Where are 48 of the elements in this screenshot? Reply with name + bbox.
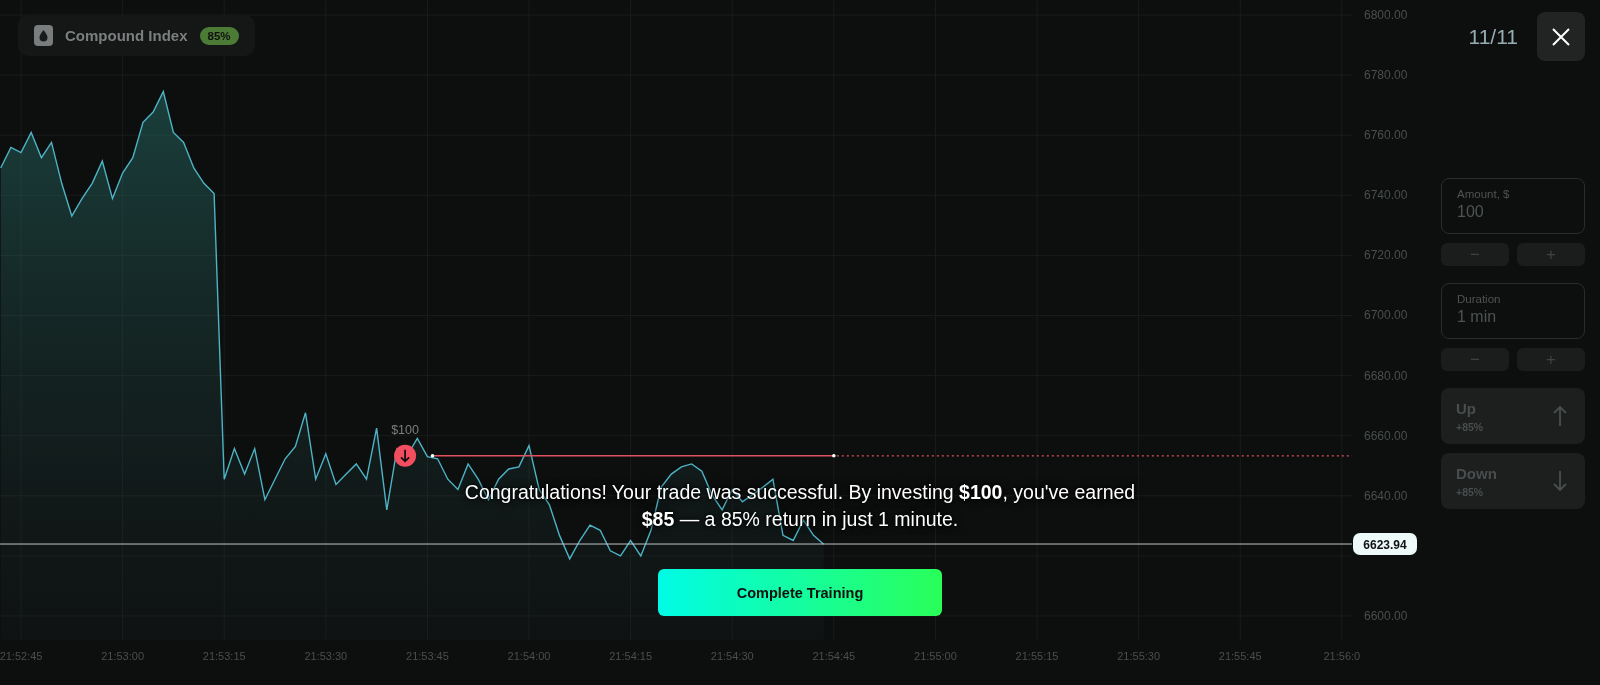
axis-label: 21:54:30 — [710, 650, 754, 662]
field-label: Amount, $ — [1457, 188, 1511, 200]
axis-label: 21:54:15 — [609, 650, 653, 662]
axis-label: 21:56:0 — [1323, 650, 1361, 662]
axis-label: 6640.00 — [1364, 488, 1408, 503]
complete-training-button[interactable]: Complete Training — [658, 569, 942, 616]
up-arrow-icon — [1553, 405, 1567, 427]
axis-label: 6740.00 — [1364, 188, 1408, 203]
increment-button[interactable]: + — [1517, 348, 1585, 371]
trade-marker-icon — [394, 444, 417, 467]
axis-label: 6680.00 — [1364, 368, 1408, 383]
close-icon — [1551, 26, 1571, 47]
axis-label: 21:53:15 — [202, 650, 246, 662]
axis-label: 6660.00 — [1364, 428, 1408, 443]
field-value: 100 — [1457, 203, 1485, 221]
instrument-name: Compound Index — [65, 27, 188, 44]
axis-label: 21:55:45 — [1218, 650, 1262, 662]
axis-label: 6780.00 — [1364, 68, 1408, 83]
axis-label: 21:54:45 — [812, 650, 856, 662]
axis-label: 21:53:45 — [406, 650, 449, 662]
axis-label: 21:55:00 — [914, 650, 957, 662]
close-button[interactable] — [1537, 12, 1585, 61]
axis-label: 21:54:00 — [507, 650, 551, 662]
axis-label: 6760.00 — [1364, 128, 1408, 143]
decrement-button[interactable]: − — [1441, 348, 1509, 371]
payout-badge: 85% — [199, 26, 239, 45]
trade-amount: $100 — [391, 422, 419, 437]
axis-label: 21:55:15 — [1015, 650, 1059, 662]
axis-label: 21:53:30 — [304, 650, 348, 662]
field-label: Duration — [1457, 293, 1502, 305]
drop-icon — [34, 25, 53, 46]
axis-label: 21:52:45 — [0, 650, 43, 662]
axis-label: 6720.00 — [1364, 248, 1408, 263]
price-badge: 6623.94 — [1353, 533, 1417, 556]
step-counter: 11/11 — [1468, 24, 1518, 49]
axis-label: 21:55:30 — [1117, 650, 1161, 662]
axis-label: 6700.00 — [1364, 308, 1408, 323]
axis-label: 6800.00 — [1364, 8, 1408, 22]
increment-button[interactable]: + — [1517, 243, 1585, 266]
field-value: 1 min — [1457, 308, 1498, 326]
ref-line-label: 6623.94 — [1363, 537, 1408, 552]
axis-label: 6600.00 — [1364, 608, 1408, 623]
axis-label: 21:53:00 — [101, 650, 145, 662]
down-arrow-icon — [1553, 470, 1567, 492]
input-field[interactable]: Duration 1 min — [1441, 283, 1585, 339]
input-field[interactable]: Amount, $ 100 — [1441, 178, 1585, 234]
decrement-button[interactable]: − — [1441, 243, 1509, 266]
instrument-card[interactable]: Compound Index 85% — [18, 15, 255, 56]
